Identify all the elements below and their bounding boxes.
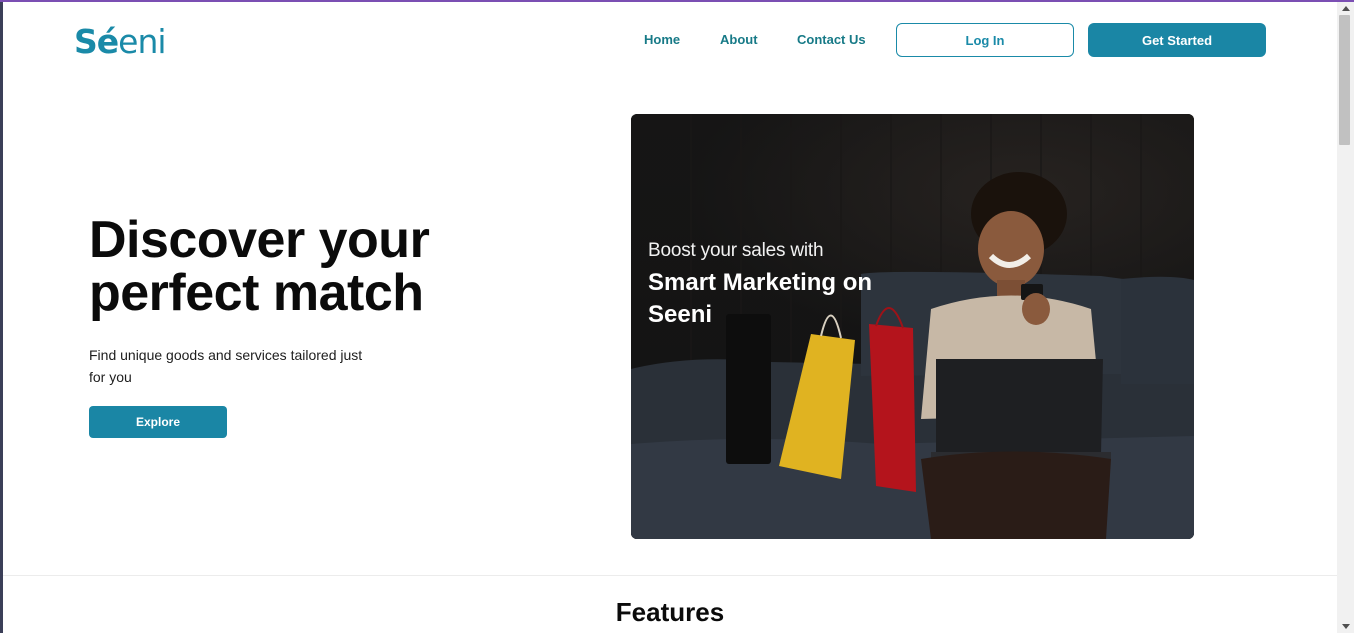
features-heading: Features: [615, 597, 725, 627]
login-button[interactable]: Log In: [896, 23, 1074, 57]
hero-subtitle: Find unique goods and services tailored …: [89, 347, 363, 385]
logo-bold-part: Sé: [74, 22, 119, 61]
hero-title: Discover your perfect match: [89, 211, 430, 322]
page: Séeni Home About Contact Us Log In Get S…: [3, 2, 1337, 633]
promo-subheading: Boost your sales with: [648, 240, 824, 261]
hero-promo-image: Boost your sales with Smart Marketing on…: [631, 114, 1194, 539]
logo-light-part: eni: [118, 22, 166, 61]
nav-home-link[interactable]: Home: [644, 32, 680, 47]
scroll-down-arrow-icon[interactable]: [1342, 624, 1350, 629]
nav-about-link[interactable]: About: [720, 32, 758, 47]
section-divider: [3, 575, 1337, 576]
vertical-scrollbar[interactable]: [1337, 2, 1354, 633]
scroll-up-arrow-icon[interactable]: [1342, 6, 1350, 11]
nav-contact-link[interactable]: Contact Us: [797, 32, 866, 47]
get-started-button[interactable]: Get Started: [1088, 23, 1266, 57]
promo-heading: Smart Marketing on Seeni: [648, 269, 873, 328]
explore-button[interactable]: Explore: [89, 406, 227, 438]
seeni-logo[interactable]: Séeni: [74, 22, 167, 61]
scrollbar-thumb[interactable]: [1339, 15, 1350, 145]
